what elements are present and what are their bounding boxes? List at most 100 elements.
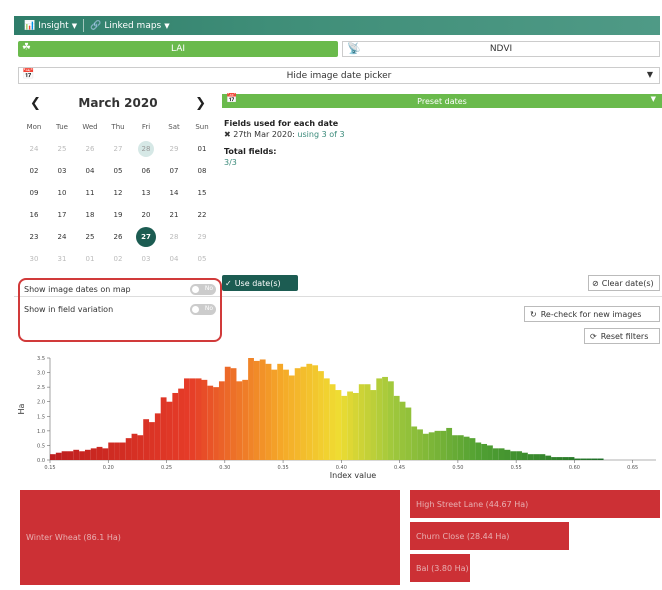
image-dates-switch[interactable]: No [190,284,216,295]
y-tick-label: 3.0 [37,371,45,377]
field-variation-switch[interactable]: No [190,304,216,315]
x-tick-label: 0.60 [569,465,580,471]
calendar-day-number: 09 [29,189,39,197]
calendar-day[interactable]: 04 [76,160,104,182]
calendar-day[interactable]: 05 [104,160,132,182]
calendar-day[interactable]: 29 [160,138,188,160]
calendar-day-number: 19 [113,211,123,219]
calendar-day-number: 23 [29,233,39,241]
date-line-prefix: 27th Mar 2020: [233,130,295,139]
next-month-button[interactable]: ❯ [195,96,206,111]
calendar-day[interactable]: 02 [20,160,48,182]
linked-maps-menu[interactable]: 🔗 Linked maps ▼ [84,16,176,35]
calendar-day[interactable]: 30 [20,248,48,270]
reset-label: Reset filters [600,331,649,341]
calendar-day[interactable]: 16 [20,204,48,226]
calendar-day[interactable]: 01 [76,248,104,270]
index-histogram: 0.0 0.5 1.0 1.5 2.0 2.5 3.0 3.5 0.15 0.20 0.25 0.30… [16,352,662,482]
calendar-day[interactable]: 24 [20,138,48,160]
clear-dates-button[interactable]: ⊘ Clear date(s) [588,275,660,291]
calendar-day[interactable]: 11 [76,182,104,204]
calendar-day[interactable]: 26 [76,138,104,160]
calendar-day[interactable]: 14 [160,182,188,204]
calendar-day[interactable]: 25 [48,138,76,160]
calendar-day[interactable]: 21 [160,204,188,226]
calendar-day[interactable]: 24 [48,226,76,248]
weekday-header: Sat [168,123,180,131]
histogram-bar [591,458,598,460]
calendar-day[interactable]: 04 [160,248,188,270]
leaf-icon: ☘ [22,42,31,53]
calendar-day-number: 29 [169,145,179,153]
calendar-day[interactable]: 26 [104,226,132,248]
calendar-day[interactable]: 06 [132,160,160,182]
image-dates-option: Show image dates on map No [24,284,216,295]
calendar-day-number: 11 [85,189,95,197]
histogram-bar [452,435,458,460]
crop-bar-label: High Street Lane (44.67 Ha) [416,499,529,509]
calendar-day[interactable]: 20 [132,204,160,226]
x-tick-label: 0.50 [452,465,463,471]
histogram-bar [253,360,260,460]
crop-bar-label: Winter Wheat (86.1 Ha) [26,533,121,542]
crop-bar[interactable]: Bal (3.80 Ha) [410,554,470,582]
calendar-day[interactable]: 28 [132,138,160,160]
hide-date-picker-dropdown[interactable]: 📅 Hide image date picker ▼ [18,67,660,84]
histogram-bar [498,448,505,460]
calendar-day[interactable]: 03 [132,248,160,270]
reset-filters-button[interactable]: ⟳ Reset filters [584,328,660,344]
calendar-day[interactable]: 15 [188,182,216,204]
calendar-day-number: 24 [57,233,67,241]
calendar-day-number: 24 [29,145,39,153]
insight-menu[interactable]: 📊 Insight ▼ [18,16,83,35]
preset-dates-dropdown[interactable]: 📅 Preset dates ▼ [222,94,662,108]
calendar-day-number: 30 [29,255,39,263]
calendar-day[interactable]: 23 [20,226,48,248]
calendar-day[interactable]: 09 [20,182,48,204]
calendar-day[interactable]: 07 [160,160,188,182]
map-options-group: Show image dates on map No Show in field… [18,278,222,342]
calendar-day[interactable]: 31 [48,248,76,270]
ndvi-layer-button[interactable]: 📡 NDVI [342,41,660,57]
histogram-bar [207,385,214,460]
remove-date-icon[interactable]: ✖ [224,130,231,139]
y-tick-label: 3.5 [37,356,45,362]
lai-layer-button[interactable]: ☘ LAI [18,41,338,57]
calendar-day[interactable]: 19 [104,204,132,226]
calendar-day-number: 28 [138,141,154,157]
crop-bar[interactable]: Churn Close (28.44 Ha) [410,522,570,550]
calendar-day-selected[interactable]: 27 [132,226,160,248]
calendar-day[interactable]: 18 [76,204,104,226]
x-tick-label: 0.20 [103,465,114,471]
histogram-bar [259,359,266,460]
histogram-bar [50,454,56,460]
calendar-day[interactable]: 27 [104,138,132,160]
histogram-bar [370,390,377,460]
histogram-bar [149,422,155,460]
refresh-icon: ⟳ [590,331,597,341]
clear-icon: ⊘ [592,278,599,288]
calendar-day[interactable]: 12 [104,182,132,204]
crop-bar[interactable]: High Street Lane (44.67 Ha) [410,490,660,518]
previous-month-button[interactable]: ❮ [30,96,41,111]
calendar-day[interactable]: 02 [104,248,132,270]
calendar-day-number: 05 [197,255,207,263]
histogram-bar [510,451,517,460]
calendar-day[interactable]: 01 [188,138,216,160]
calendar-day[interactable]: 29 [188,226,216,248]
lai-label: LAI [170,44,186,54]
calendar-day[interactable]: 22 [188,204,216,226]
calendar-day[interactable]: 10 [48,182,76,204]
calendar-day[interactable]: 25 [76,226,104,248]
calendar-day[interactable]: 13 [132,182,160,204]
link-icon: 🔗 [90,20,102,31]
histogram-bar [277,363,284,460]
calendar-day[interactable]: 17 [48,204,76,226]
calendar-day[interactable]: 05 [188,248,216,270]
crop-bar[interactable]: Winter Wheat (86.1 Ha) [20,490,400,585]
calendar-day[interactable]: 08 [188,160,216,182]
use-dates-button[interactable]: ✓ Use date(s) [222,275,298,291]
calendar-day[interactable]: 28 [160,226,188,248]
recheck-images-button[interactable]: ↻ Re-check for new images [524,306,660,322]
calendar-day[interactable]: 03 [48,160,76,182]
